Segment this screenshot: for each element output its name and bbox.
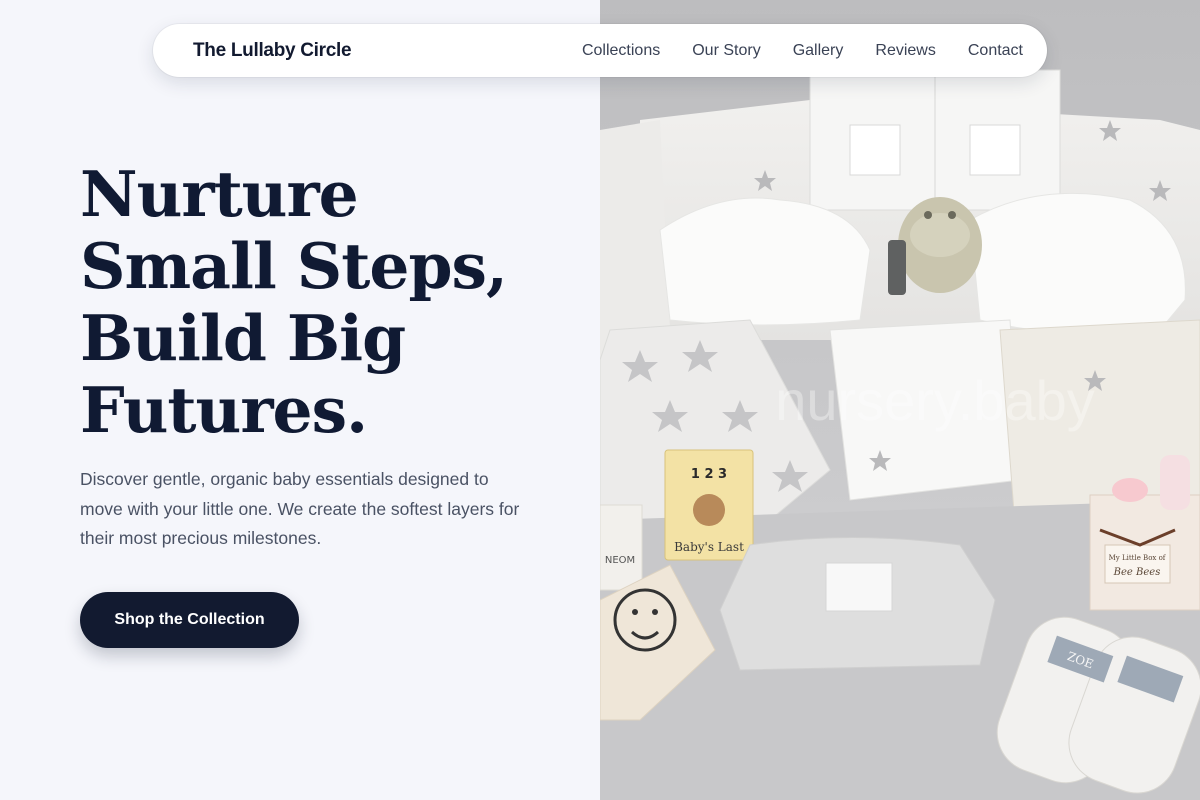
- nav-link-reviews[interactable]: Reviews: [875, 42, 935, 60]
- gift-box-illustration: 1 2 3 Baby's Last NEOM My Little Box of …: [600, 0, 1200, 800]
- top-navigation: The Lullaby Circle Collections Our Story…: [153, 24, 1047, 77]
- tin-label: Bee Bees: [1113, 567, 1161, 578]
- lotion-bottle: [1112, 478, 1148, 502]
- nav-link-our-story[interactable]: Our Story: [692, 42, 760, 60]
- sleepsuit-tag: [825, 562, 893, 612]
- shop-collection-button[interactable]: Shop the Collection: [80, 592, 299, 648]
- hero-title: Nurture Small Steps, Build Big Futures.: [80, 158, 580, 446]
- nav-links: Collections Our Story Gallery Reviews Co…: [582, 42, 1023, 60]
- jar-label: NEOM: [605, 555, 635, 566]
- hero-product-photo: 1 2 3 Baby's Last NEOM My Little Box of …: [600, 0, 1200, 800]
- hero-title-line: Futures.: [80, 373, 368, 447]
- hero-title-line: Small Steps,: [80, 229, 508, 303]
- photo-watermark: nursery.baby: [775, 369, 1095, 432]
- hero-title-line: Build Big: [80, 301, 406, 375]
- teether-stick: [888, 240, 906, 295]
- card-label-left: [849, 124, 901, 176]
- hero-title-line: Nurture: [80, 157, 359, 231]
- hero-description: Discover gentle, organic baby essentials…: [80, 469, 520, 548]
- brand-logo[interactable]: The Lullaby Circle: [193, 40, 352, 62]
- tin-subtitle: My Little Box of: [1109, 554, 1167, 562]
- folded-onesie-left: [659, 197, 871, 326]
- card-label-right: [969, 124, 1021, 176]
- nav-link-contact[interactable]: Contact: [968, 42, 1023, 60]
- folded-onesie-right: [969, 192, 1186, 334]
- book-title: Baby's Last: [674, 540, 744, 554]
- candle-jar: [600, 504, 643, 591]
- book-numbers: 1 2 3: [691, 467, 727, 482]
- nav-link-collections[interactable]: Collections: [582, 42, 660, 60]
- nav-link-gallery[interactable]: Gallery: [793, 42, 844, 60]
- lotion-tube: [1160, 455, 1190, 510]
